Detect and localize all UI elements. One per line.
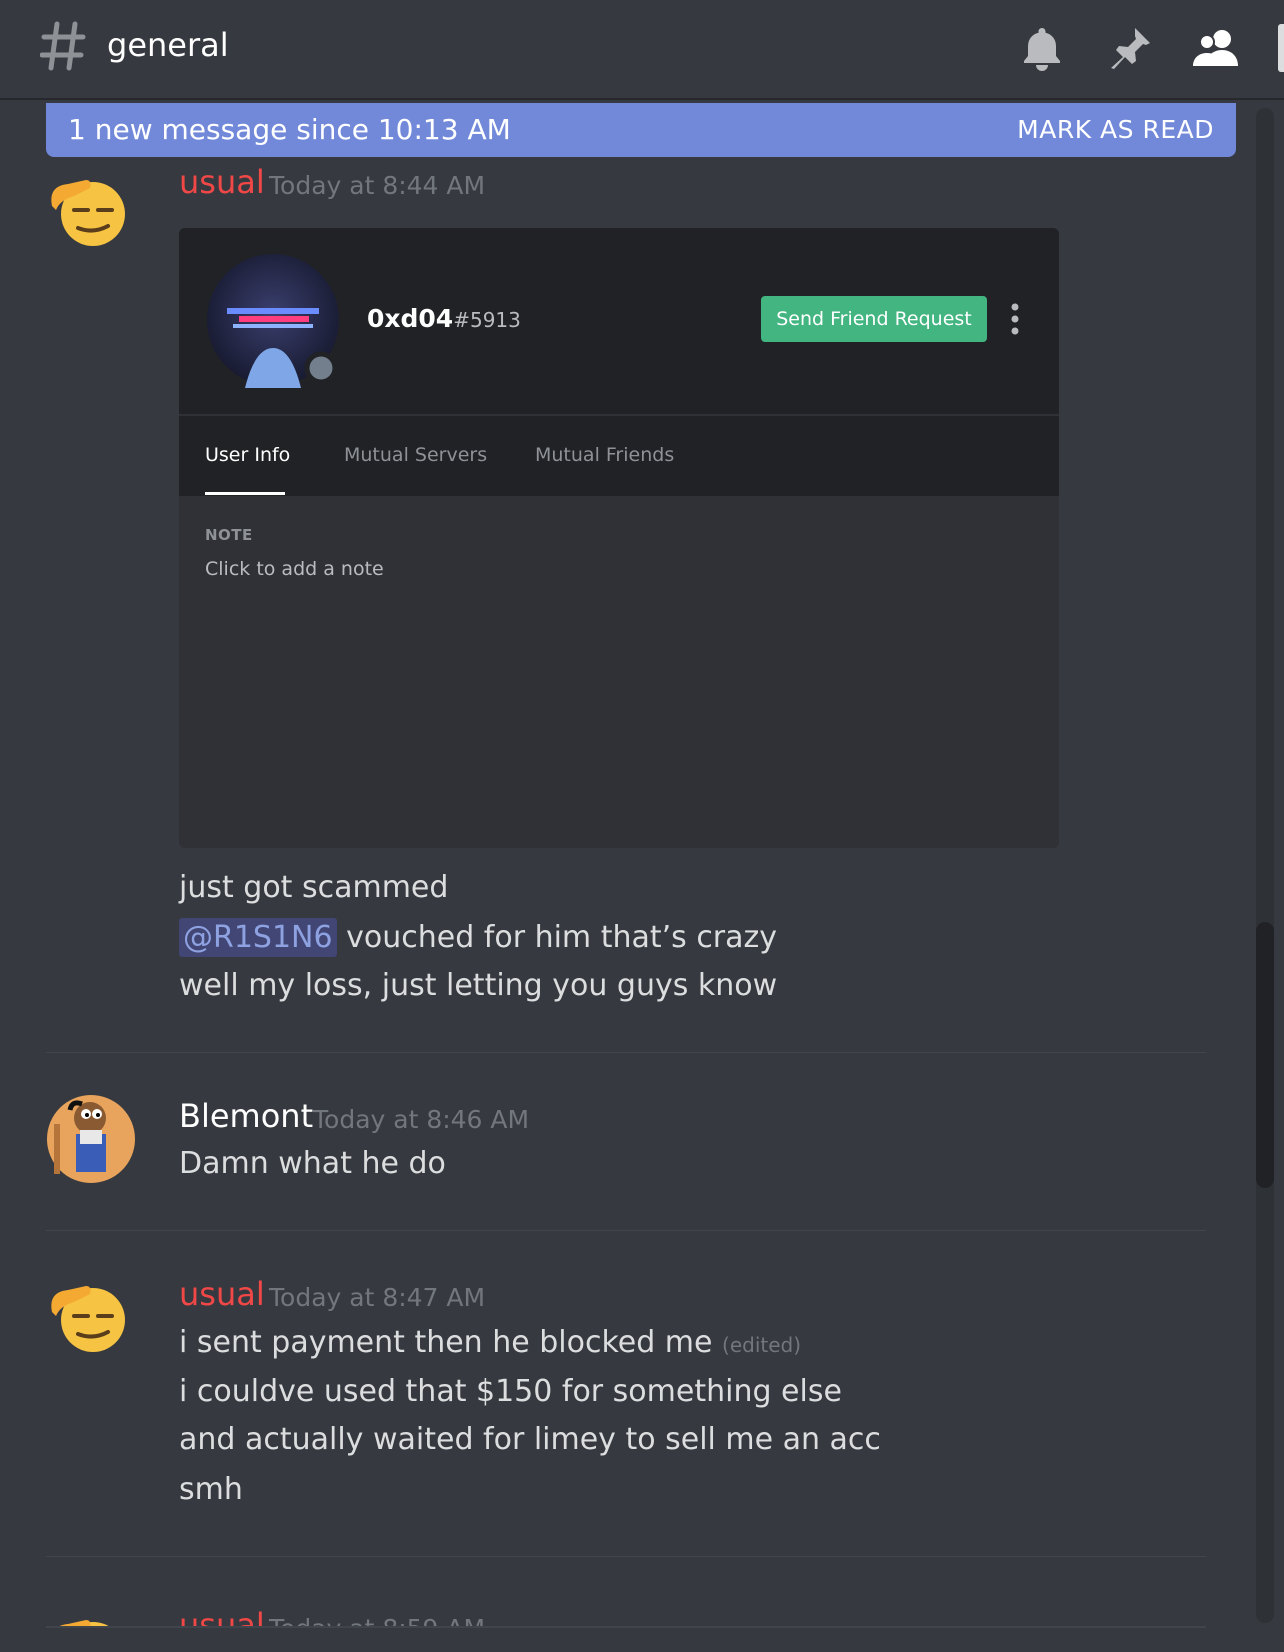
message-timestamp: Today at 8:46 AM xyxy=(313,1105,530,1134)
message-timestamp: Today at 8:44 AM xyxy=(269,171,486,200)
profile-username: 0xd04#5913 xyxy=(367,304,521,333)
profile-header: 0xd04#5913 Send Friend Request xyxy=(179,228,1059,414)
message-partial: usual Today at 8:59 AM xyxy=(0,1590,1240,1626)
kebab-menu-icon[interactable] xyxy=(1005,300,1025,338)
tab-mutual-friends[interactable]: Mutual Friends xyxy=(535,444,674,466)
pin-icon[interactable] xyxy=(1106,24,1154,72)
message-timestamp: Today at 8:59 AM xyxy=(269,1614,485,1626)
panel-edge xyxy=(1278,24,1284,72)
mark-as-read-button[interactable]: MARK AS READ xyxy=(1017,115,1214,144)
tab-user-info[interactable]: User Info xyxy=(205,444,290,466)
content-bottom-edge xyxy=(46,1626,1206,1628)
message-timestamp: Today at 8:47 AM xyxy=(269,1283,486,1312)
message-divider xyxy=(46,1556,1206,1557)
new-messages-bar[interactable]: 1 new message since 10:13 AM MARK AS REA… xyxy=(46,103,1236,157)
avatar[interactable] xyxy=(46,1606,136,1626)
message-line: smh xyxy=(179,1472,243,1507)
message-author[interactable]: usual xyxy=(179,1606,265,1626)
message-divider xyxy=(46,1052,1206,1053)
message-line: i couldve used that $150 for something e… xyxy=(179,1374,842,1409)
send-friend-request-button[interactable]: Send Friend Request xyxy=(761,296,987,342)
scrollbar-track[interactable] xyxy=(1256,108,1274,1623)
message-line: and actually waited for limey to sell me… xyxy=(179,1422,881,1457)
profile-name: 0xd04 xyxy=(367,304,454,333)
tab-mutual-servers[interactable]: Mutual Servers xyxy=(344,444,487,466)
message-line: Damn what he do xyxy=(179,1146,446,1181)
channel-header: general xyxy=(0,0,1284,100)
message-line: just got scammed xyxy=(179,870,449,905)
message-divider xyxy=(46,1230,1206,1231)
new-messages-text: 1 new message since 10:13 AM xyxy=(68,113,511,146)
user-profile-embed: 0xd04#5913 Send Friend Request User Info… xyxy=(179,228,1059,848)
edited-label: (edited) xyxy=(722,1333,802,1357)
profile-discriminator: #5913 xyxy=(453,308,521,332)
avatar[interactable] xyxy=(46,1272,136,1362)
members-icon[interactable] xyxy=(1192,24,1240,72)
profile-avatar xyxy=(207,254,339,388)
message-author[interactable]: Blemont xyxy=(179,1097,313,1135)
message-text: vouched for him that’s crazy xyxy=(336,920,778,955)
message-author[interactable]: usual xyxy=(179,1275,265,1313)
active-tab-indicator xyxy=(205,492,285,495)
message-line: well my loss, just letting you guys know xyxy=(179,968,778,1003)
note-field[interactable]: Click to add a note xyxy=(205,558,384,580)
hashtag-icon xyxy=(40,21,86,71)
bell-icon[interactable] xyxy=(1018,24,1066,72)
message-line: @R1S1N6 vouched for him that’s crazy xyxy=(179,918,778,957)
avatar[interactable] xyxy=(46,166,136,256)
message-text: i sent payment then he blocked me xyxy=(179,1325,713,1360)
scrollbar-thumb[interactable] xyxy=(1256,922,1274,1188)
message-line: i sent payment then he blocked me (edite… xyxy=(179,1325,801,1360)
avatar[interactable] xyxy=(46,1094,136,1184)
user-mention[interactable]: @R1S1N6 xyxy=(179,918,337,957)
profile-tabs: User Info Mutual Servers Mutual Friends xyxy=(179,416,1059,496)
channel-name: general xyxy=(107,26,229,64)
message-author[interactable]: usual xyxy=(179,163,265,201)
note-label: NOTE xyxy=(205,526,253,544)
